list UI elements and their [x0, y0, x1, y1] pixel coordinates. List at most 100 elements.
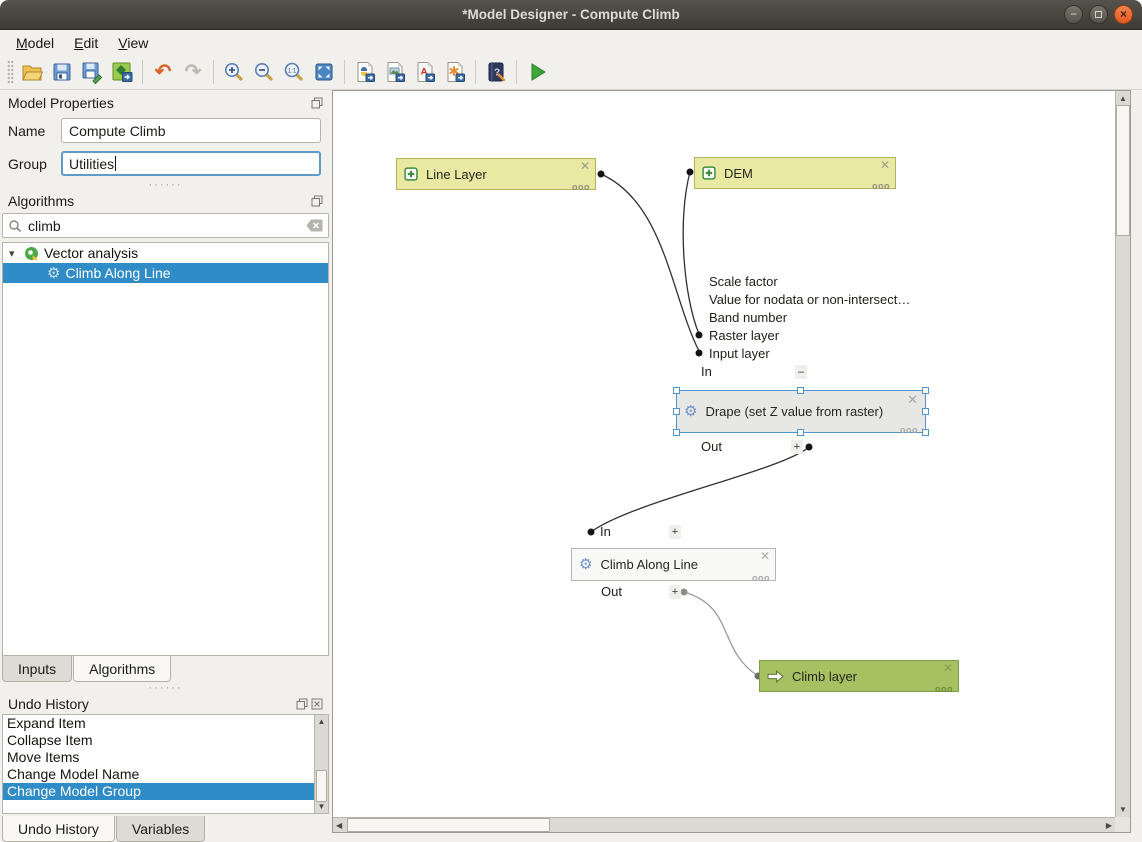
selection-handle[interactable] [797, 387, 804, 394]
close-panel-icon[interactable] [311, 698, 323, 710]
selection-handle[interactable] [673, 408, 680, 415]
node-line-layer[interactable]: Line Layer ✕ ooo [396, 158, 596, 190]
expand-ports-icon[interactable]: ooo [572, 182, 590, 192]
remove-node-icon[interactable]: ✕ [907, 393, 918, 407]
collapse-inputs-toggle[interactable]: – [795, 365, 807, 379]
zoom-in-icon [222, 60, 246, 84]
scroll-up-icon[interactable]: ▲ [1116, 94, 1130, 103]
tree-expander-icon[interactable]: ▾ [9, 247, 19, 260]
selection-handle[interactable] [922, 429, 929, 436]
tree-group-vector-analysis[interactable]: ▾ Vector analysis [3, 243, 328, 263]
close-button[interactable]: × [1114, 5, 1133, 24]
export-as-pdf-button[interactable]: A [410, 57, 440, 87]
zoom-in-button[interactable] [219, 57, 249, 87]
remove-node-icon[interactable]: ✕ [880, 158, 890, 172]
scroll-left-icon[interactable]: ◀ [336, 821, 342, 830]
export-as-svg-button[interactable] [440, 57, 470, 87]
help-button[interactable]: ? [481, 57, 511, 87]
save-model-button[interactable] [47, 57, 77, 87]
model-properties-header: Model Properties [0, 93, 331, 113]
canvas-vertical-scrollbar[interactable]: ▲ ▼ [1115, 91, 1130, 817]
export-as-image-button[interactable] [380, 57, 410, 87]
undo-item-selected[interactable]: Change Model Group [3, 783, 316, 800]
redo-icon: ↷ [185, 62, 202, 82]
model-name-input[interactable]: Compute Climb [61, 118, 321, 143]
scroll-right-icon[interactable]: ▶ [1106, 821, 1112, 830]
input-parameter-icon [702, 166, 716, 180]
algorithm-search-input[interactable]: climb [2, 213, 329, 238]
menu-view[interactable]: View [108, 33, 158, 53]
inputs-algorithms-tabs: Inputs Algorithms [2, 656, 331, 682]
selection-handle[interactable] [922, 408, 929, 415]
export-as-python-button[interactable] [350, 57, 380, 87]
export-python-icon [353, 60, 377, 84]
open-model-button[interactable] [17, 57, 47, 87]
undo-item[interactable]: Collapse Item [3, 732, 316, 749]
zoom-out-button[interactable] [249, 57, 279, 87]
clear-search-icon[interactable] [306, 219, 323, 232]
scrollbar-corner [1115, 817, 1130, 832]
float-panel-icon[interactable] [296, 698, 308, 710]
remove-node-icon[interactable]: ✕ [760, 549, 770, 563]
scrollbar-thumb[interactable] [1116, 105, 1130, 236]
tab-algorithms[interactable]: Algorithms [73, 656, 171, 682]
tab-inputs[interactable]: Inputs [2, 656, 72, 682]
scrollbar-thumb[interactable] [316, 770, 327, 802]
remove-node-icon[interactable]: ✕ [943, 661, 953, 675]
panel-splitter[interactable]: ······ [0, 179, 331, 191]
expand-ports-icon[interactable]: ooo [935, 684, 953, 694]
expand-ports-icon[interactable]: ooo [872, 181, 890, 191]
node-dem[interactable]: DEM ✕ ooo [694, 157, 896, 189]
expand-ports-icon[interactable]: ooo [752, 573, 770, 583]
scroll-down-icon[interactable]: ▼ [1116, 805, 1130, 814]
save-model-as-button[interactable] [77, 57, 107, 87]
save-in-project-icon [110, 60, 134, 84]
undo-item[interactable]: Change Model Name [3, 766, 316, 783]
remove-node-icon[interactable]: ✕ [580, 159, 590, 173]
expand-outputs-toggle[interactable]: + [669, 585, 681, 599]
run-model-button[interactable] [522, 57, 552, 87]
param-label: Band number [709, 309, 910, 327]
zoom-full-icon [312, 60, 336, 84]
selection-handle[interactable] [673, 387, 680, 394]
node-climb-layer[interactable]: Climb layer ✕ ooo [759, 660, 959, 692]
undo-list-scrollbar[interactable]: ▲ ▼ [314, 715, 328, 813]
undo-button[interactable]: ↶ [148, 57, 178, 87]
model-canvas[interactable]: Line Layer ✕ ooo DEM ✕ ooo Scale factor … [332, 90, 1131, 833]
scrollbar-thumb[interactable] [347, 818, 550, 832]
float-panel-icon[interactable] [311, 97, 323, 109]
zoom-full-button[interactable] [309, 57, 339, 87]
selection-handle[interactable] [673, 429, 680, 436]
redo-button[interactable]: ↷ [178, 57, 208, 87]
param-label: Raster layer [709, 327, 910, 345]
model-properties-title: Model Properties [8, 95, 114, 111]
selection-handle[interactable] [797, 429, 804, 436]
menu-edit[interactable]: Edit [64, 33, 108, 53]
tab-variables[interactable]: Variables [116, 816, 205, 842]
selection-handle[interactable] [922, 387, 929, 394]
scroll-up-icon[interactable]: ▲ [315, 717, 328, 726]
expand-outputs-toggle[interactable]: + [791, 440, 803, 454]
undo-item[interactable]: Move Items [3, 749, 316, 766]
maximize-button[interactable] [1089, 5, 1108, 24]
expand-inputs-toggle[interactable]: + [669, 525, 681, 539]
undo-item[interactable]: Expand Item [3, 715, 316, 732]
toolbar-separator [516, 60, 517, 84]
save-model-in-project-button[interactable] [107, 57, 137, 87]
scroll-down-icon[interactable]: ▼ [315, 802, 328, 811]
canvas-horizontal-scrollbar[interactable]: ◀ ▶ [333, 817, 1115, 832]
node-drape[interactable]: ⚙ Drape (set Z value from raster) ✕ ooo [676, 390, 926, 433]
expand-ports-icon[interactable]: ooo [900, 425, 918, 435]
model-designer-window: *Model Designer - Compute Climb − × Mode… [0, 0, 1142, 842]
panel-splitter[interactable]: ······ [0, 682, 331, 694]
menu-model[interactable]: Model [6, 33, 64, 53]
zoom-actual-size-button[interactable]: 1:1 [279, 57, 309, 87]
float-panel-icon[interactable] [311, 195, 323, 207]
toolbar-grip[interactable] [7, 60, 14, 84]
maximize-icon [1095, 11, 1102, 18]
tab-undo-history[interactable]: Undo History [2, 816, 115, 842]
model-group-input[interactable]: Utilities [61, 151, 321, 176]
minimize-button[interactable]: − [1064, 5, 1083, 24]
tree-item-climb-along-line[interactable]: ⚙ Climb Along Line [3, 263, 328, 283]
node-climb-along-line[interactable]: ⚙ Climb Along Line ✕ ooo [571, 548, 776, 581]
